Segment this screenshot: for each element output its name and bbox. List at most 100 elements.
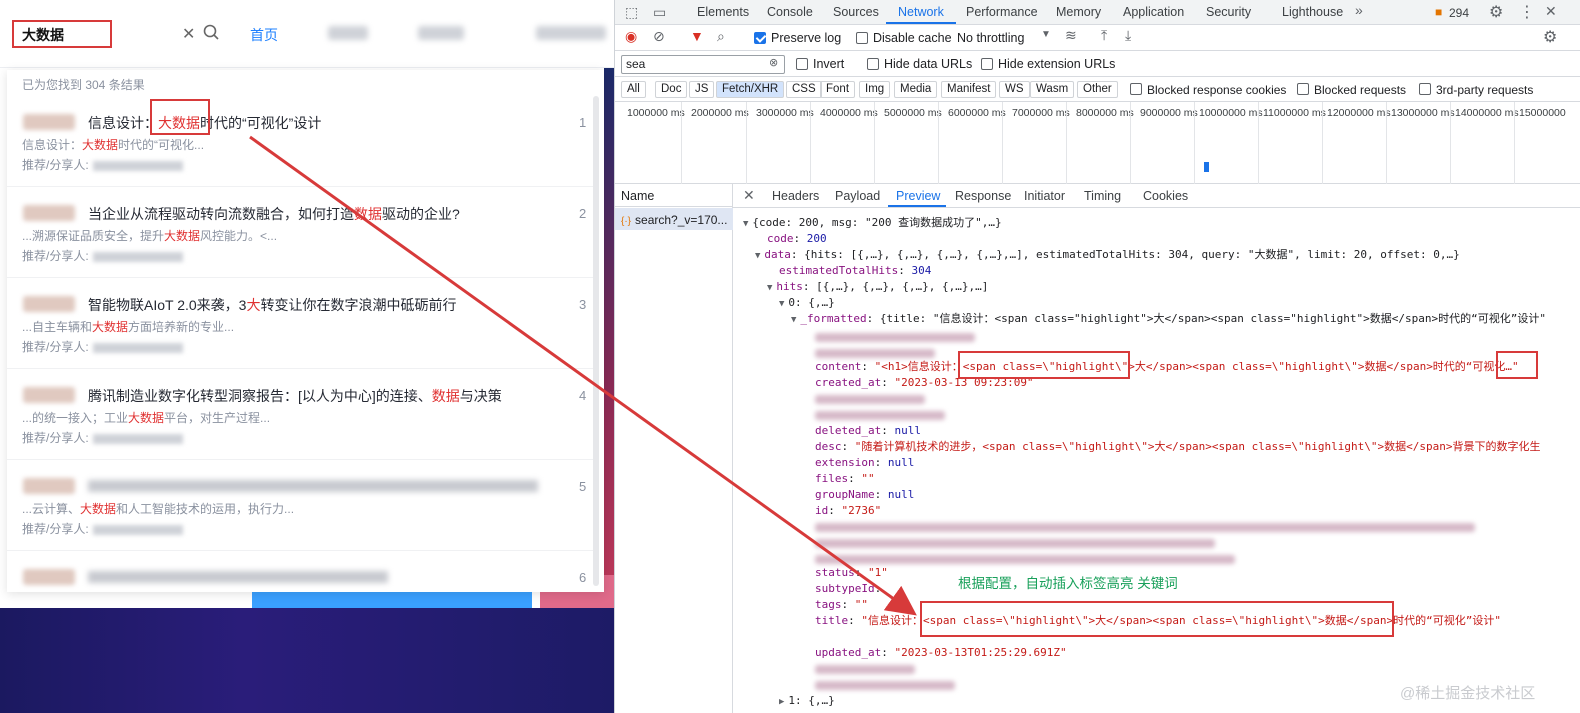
type-js[interactable]: JS [689,81,715,98]
type-other[interactable]: Other [1077,81,1118,98]
close-detail-icon[interactable]: ✕ [743,187,755,204]
network-settings-icon[interactable]: ⚙ [1543,27,1557,47]
export-har-icon[interactable]: ⤓ [1125,27,1131,44]
type-all[interactable]: All [621,81,646,98]
type-css[interactable]: CSS [786,81,822,98]
type-ws[interactable]: WS [999,81,1030,98]
search-result[interactable]: 6 [7,552,593,592]
type-fetch-xhr[interactable]: Fetch/XHR [716,81,785,98]
search-icon[interactable]: ⌕ [717,28,725,45]
blocked-requests-checkbox[interactable] [1297,83,1309,95]
json-root[interactable]: ▼ {code: 200, msg: "200 查询数据成功了",…} [743,215,1002,232]
website-panel: 大数据 ✕ 首页 已为您找到 304 条结果 信息设计：大数据时代的“可视化”设… [0,0,614,713]
tab-payload[interactable]: Payload [835,189,880,203]
json-line[interactable]: ▶ 1: {,…} [779,693,835,710]
search-result[interactable]: 腾讯制造业数字化转型洞察报告：[以人为中心]的连接、数据与决策 4 ...的统一… [7,370,593,460]
json-line[interactable]: ▼ hits: [{,…}, {,…}, {,…}, {,…},…] [767,279,988,296]
tab-sources[interactable]: Sources [833,5,879,19]
json-line: updated_at: "2023-03-13T01:25:29.691Z" [815,646,1067,659]
search-result[interactable]: 5 ...云计算、大数据和人工智能技术的运用，执行力... 推荐/分享人: [7,461,593,551]
tab-lighthouse[interactable]: Lighthouse [1282,5,1343,19]
nav-link[interactable] [418,26,464,40]
device-toolbar-icon[interactable]: ▭ [653,4,666,21]
tab-cookies[interactable]: Cookies [1143,189,1188,203]
type-font[interactable]: Font [820,81,856,98]
search-result[interactable]: 智能物联AIoT 2.0来袭，3大转变让你在数字浪潮中砥砺前行 3 ...自主车… [7,279,593,369]
timeline-label: 15000000 [1519,107,1566,119]
hide-extension-urls-checkbox[interactable] [981,58,993,70]
result-title[interactable]: 信息设计：大数据时代的“可视化”设计 [88,113,321,133]
third-party-checkbox[interactable] [1419,83,1431,95]
json-line: tags: "" [815,598,868,611]
tab-console[interactable]: Console [767,5,813,19]
type-manifest[interactable]: Manifest [941,81,997,98]
filter-input[interactable]: sea [621,55,785,74]
result-title[interactable]: 智能物联AIoT 2.0来袭，3大转变让你在数字浪潮中砥砺前行 [88,295,456,315]
tab-performance[interactable]: Performance [966,5,1038,19]
import-har-icon[interactable]: ⤒ [1101,27,1107,44]
json-line[interactable]: ▼ data: {hits: [{,…}, {,…}, {,…}, {,…},…]… [755,247,1460,264]
disable-cache-checkbox[interactable] [856,32,868,44]
type-media[interactable]: Media [894,81,938,98]
timeline-label: 3000000 ms [756,107,814,119]
filter-icon[interactable]: ▼ [690,28,704,44]
tab-timing[interactable]: Timing [1084,189,1121,203]
type-img[interactable]: Img [859,81,891,98]
search-input[interactable]: 大数据 [12,20,112,48]
timeline-label: 4000000 ms [820,107,878,119]
search-result[interactable]: 信息设计：大数据时代的“可视化”设计 1 信息设计：大数据时代的“可视化... … [7,97,593,187]
json-line[interactable]: ▼ _formatted: {title: "信息设计：<span class="… [791,311,1546,328]
type-wasm[interactable]: Wasm [1030,81,1075,98]
tab-headers[interactable]: Headers [772,189,819,203]
search-icon[interactable] [202,23,220,41]
tab-elements[interactable]: Elements [697,5,749,19]
inspect-icon[interactable]: ⬚ [625,4,638,21]
json-line: created_at: "2023-03-13 09:23:09" [815,376,1034,389]
nav-link[interactable] [328,26,368,40]
nav-home-link[interactable]: 首页 [250,25,278,45]
clear-filter-icon[interactable]: ⊗ [769,56,778,69]
tab-security[interactable]: Security [1206,5,1251,19]
settings-icon[interactable]: ⚙ [1489,2,1503,22]
network-timeline[interactable]: 1000000 ms 2000000 ms 3000000 ms 4000000… [615,102,1580,184]
result-sharer: 推荐/分享人: [22,156,183,173]
tab-memory[interactable]: Memory [1056,5,1101,19]
result-title[interactable] [88,477,538,493]
more-tabs-icon[interactable]: » [1355,2,1363,18]
name-column-header[interactable]: Name [615,184,733,207]
result-title[interactable]: 腾讯制造业数字化转型洞察报告：[以人为中心]的连接、数据与决策 [88,386,502,406]
clear-icon[interactable]: ✕ [182,24,195,44]
result-number: 2 [579,206,587,221]
throttling-select[interactable]: No throttling [957,31,1024,45]
hide-extension-urls-label: Hide extension URLs [998,57,1116,71]
page-background-strip [604,68,614,608]
tab-response[interactable]: Response [955,189,1011,203]
tab-network[interactable]: Network [898,5,944,19]
request-list: Name {·} search?_v=170... [615,184,733,713]
tab-application[interactable]: Application [1123,5,1184,19]
nav-link[interactable] [536,26,606,40]
type-doc[interactable]: Doc [655,81,688,98]
search-result[interactable]: 当企业从流程驱动转向流数融合，如何打造数据驱动的企业? 2 ...溯源保证品质安… [7,188,593,278]
issues-count[interactable]: 294 [1449,6,1469,20]
result-title[interactable]: 当企业从流程驱动转向流数融合，如何打造数据驱动的企业? [88,204,460,224]
tab-preview[interactable]: Preview [896,189,940,203]
record-icon[interactable]: ◉ [625,28,637,45]
preserve-log-checkbox[interactable] [754,32,766,44]
result-title[interactable] [88,568,388,584]
blocked-cookies-checkbox[interactable] [1130,83,1142,95]
close-devtools-icon[interactable]: ✕ [1545,3,1557,20]
network-conditions-icon[interactable]: ≋ [1065,27,1077,44]
tab-initiator[interactable]: Initiator [1024,189,1065,203]
request-row[interactable]: {·} search?_v=170... [615,208,733,230]
issues-icon[interactable]: ■ [1435,5,1442,19]
chevron-down-icon[interactable]: ▼ [1041,29,1051,40]
more-options-icon[interactable]: ⋮ [1519,2,1535,22]
hide-data-urls-checkbox[interactable] [867,58,879,70]
json-line[interactable]: ▼ 0: {,…} [779,295,835,312]
clear-icon[interactable]: ⊘ [653,28,665,45]
redacted-line [815,681,955,690]
scrollbar[interactable] [593,96,599,586]
invert-checkbox[interactable] [796,58,808,70]
hide-data-urls-label: Hide data URLs [884,57,973,71]
